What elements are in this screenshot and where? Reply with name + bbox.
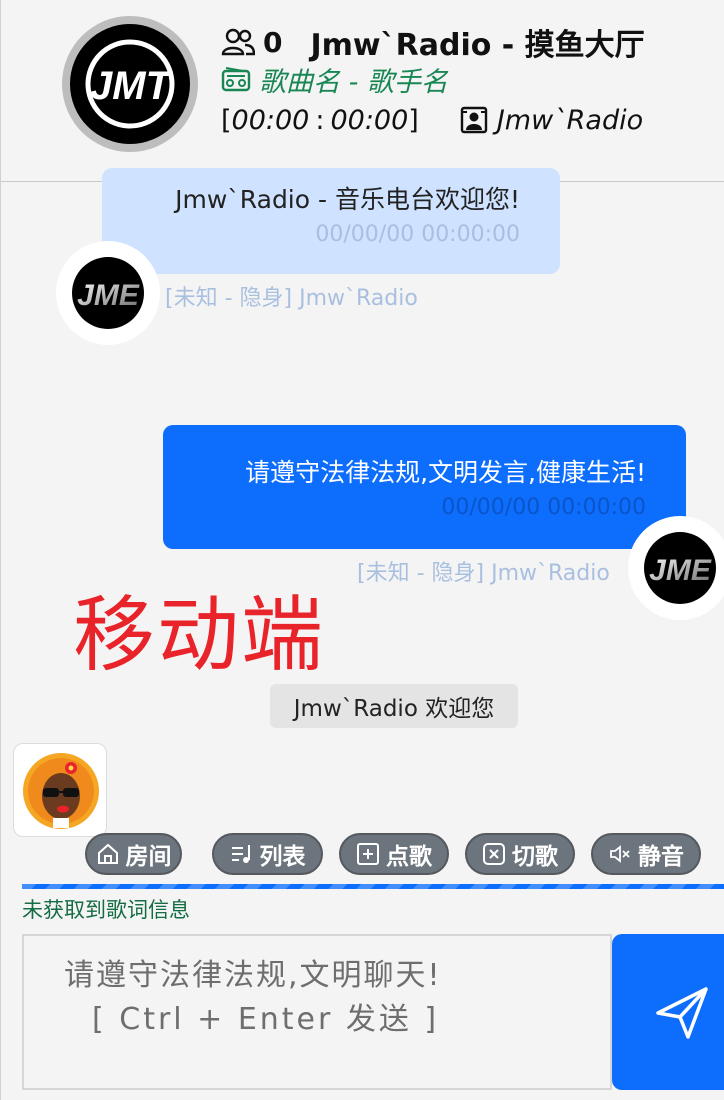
host-info: Jmw`Radio [459,105,643,136]
message-text: Jmw`Radio - 音乐电台欢迎您! [175,185,520,214]
request-song-button[interactable]: 点歌 [339,833,449,875]
time-separator: : [315,104,325,136]
avatar-text: JME [649,554,712,587]
plus-square-icon [357,843,379,865]
person-badge-icon [460,106,488,134]
song-info-row: 歌曲名 - 歌手名 [221,60,448,98]
avatar-text: JME [77,279,140,312]
app-root: JMT 0 Jmw`Radio - 摸鱼大厅 歌曲名 - 歌手名 [00:00… [0,0,724,1100]
volume-mute-icon [610,845,630,863]
room-header: JMT 0 Jmw`Radio - 摸鱼大厅 歌曲名 - 歌手名 [00:00… [1,0,724,182]
mobile-label: 移动端 [73,588,326,683]
music-list-icon [231,845,250,863]
lyrics-status: 未获取到歌词信息 [22,898,190,922]
room-button[interactable]: 房间 [85,833,182,875]
room-button-label: 房间 [125,844,172,870]
sticker-icon [23,753,99,829]
sticker-button[interactable] [13,743,107,837]
logo-emblem: JMT [70,24,190,144]
message-text: 请遵守法律法规,文明发言,健康生活! [245,458,646,487]
avatar-image: JME [72,257,144,329]
playlist-button[interactable]: 列表 [212,833,323,875]
system-message: Jmw`Radio 欢迎您 [270,684,518,728]
time-current: 00:00 [231,104,310,136]
online-count: 0 [263,25,283,59]
room-logo[interactable]: JMT [62,16,198,152]
request-song-button-label: 点歌 [386,844,432,870]
playback-row: [ 00:00 : 00:00 ] Jmw`Radio [221,100,643,140]
chat-input[interactable]: 请遵守法律法规,文明聊天! [ Ctrl + Enter 发送 ] [22,934,612,1090]
send-icon [656,987,708,1039]
room-title: Jmw`Radio - 摸鱼大厅 [310,28,645,63]
users-icon [221,28,255,56]
message-time: 00/00/00 00:00:00 [441,495,646,520]
room-title-row: 0 Jmw`Radio - 摸鱼大厅 [221,22,645,63]
time-bracket-close: ] [408,104,419,136]
chat-input-placeholder: 请遵守法律法规,文明聊天! [64,958,442,993]
message-sender: [未知 - 隐身] Jmw`Radio [165,286,418,311]
skip-song-button[interactable]: 切歌 [465,833,575,875]
radio-icon [221,67,251,92]
time-total: 00:00 [330,104,409,136]
send-button[interactable] [612,934,724,1090]
chat-message-outgoing: 请遵守法律法规,文明发言,健康生活! 00/00/00 00:00:00 [163,425,686,549]
song-info: 歌曲名 - 歌手名 [259,66,448,98]
logo-text: JMT [90,64,174,108]
message-time: 00/00/00 00:00:00 [315,222,520,247]
avatar[interactable]: JME [56,241,160,345]
mute-button[interactable]: 静音 [591,833,701,875]
avatar-image: JME [644,532,716,604]
avatar[interactable]: JME [628,516,724,620]
logo-mark: JMT [85,39,175,129]
chat-input-hint: [ Ctrl + Enter 发送 ] [92,1002,440,1037]
host-name: Jmw`Radio [496,104,644,136]
mute-button-label: 静音 [638,844,684,870]
house-icon [97,843,118,864]
x-square-icon [483,843,505,865]
playback-progress-bar[interactable] [22,884,724,889]
message-sender: [未知 - 隐身] Jmw`Radio [357,561,610,586]
time-bracket-open: [ [221,104,232,136]
playlist-button-label: 列表 [259,844,306,870]
skip-song-button-label: 切歌 [512,844,558,870]
chat-message-incoming: Jmw`Radio - 音乐电台欢迎您! 00/00/00 00:00:00 [102,168,560,274]
